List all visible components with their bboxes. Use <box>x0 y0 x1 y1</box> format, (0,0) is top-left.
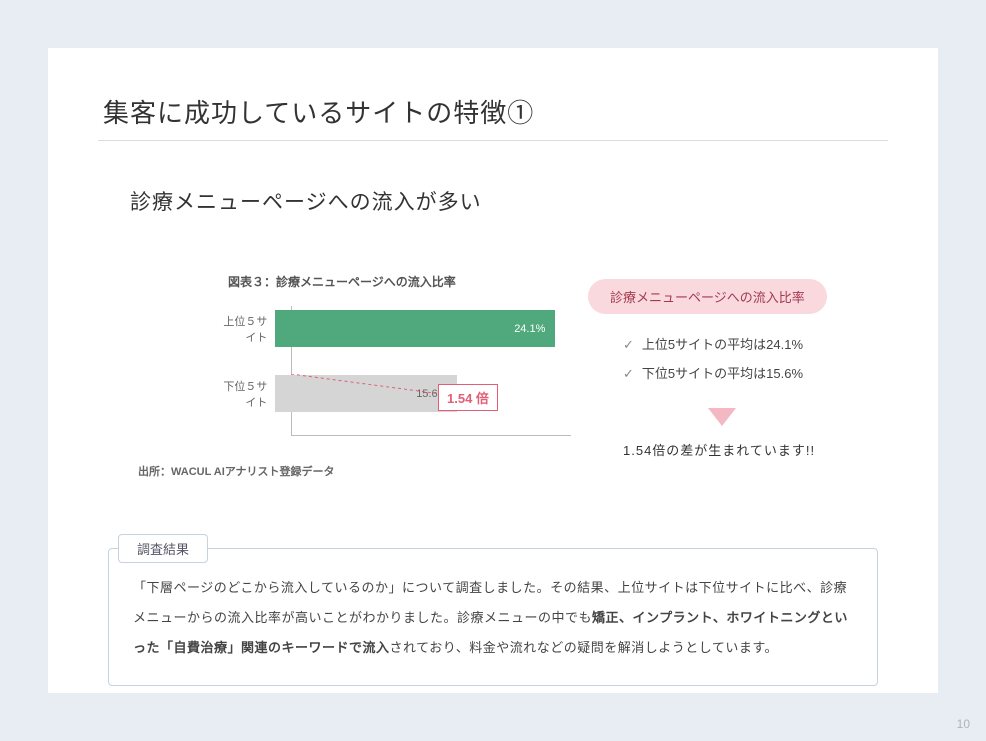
summary-bullets: 上位5サイトの平均は24.1% 下位5サイトの平均は15.6% <box>623 331 803 388</box>
page-number: 10 <box>957 717 970 731</box>
bar-chart: 上位５サイト 24.1% 下位５サイト 15.6% <box>218 306 518 436</box>
findings-text-post: されており、料金や流れなどの疑問を解消しようとしています。 <box>390 640 779 655</box>
page-title: 集客に成功しているサイトの特徴① <box>103 93 534 130</box>
findings-box: 「下層ページのどこから流入しているのか」について調査しました。その結果、上位サイ… <box>108 548 878 686</box>
x-axis <box>291 435 571 436</box>
bar-label: 下位５サイト <box>218 378 275 410</box>
summary-pill: 診療メニューページへの流入比率 <box>588 279 827 314</box>
bar-top: 24.1% <box>275 310 555 347</box>
bar-value: 24.1% <box>514 323 545 335</box>
ratio-callout: 1.54 倍 <box>438 384 498 411</box>
bullet-item: 下位5サイトの平均は15.6% <box>623 360 803 389</box>
title-rule <box>98 140 888 141</box>
findings-label: 調査結果 <box>118 534 208 563</box>
bar-bottom: 15.6% <box>275 375 457 412</box>
chart-source: 出所：WACUL AIアナリスト登録データ <box>138 463 335 479</box>
chart-title: 図表３：診療メニューページへの流入比率 <box>228 273 456 290</box>
slide: 集客に成功しているサイトの特徴① 診療メニューページへの流入が多い 図表３：診療… <box>48 48 938 693</box>
subhead: 診療メニューページへの流入が多い <box>130 186 482 216</box>
bullet-item: 上位5サイトの平均は24.1% <box>623 331 803 360</box>
bar-label: 上位５サイト <box>218 313 275 345</box>
arrow-down-icon <box>708 408 736 426</box>
bar-row-top: 上位５サイト 24.1% <box>218 306 518 351</box>
diff-text: 1.54倍の差が生まれています!! <box>623 440 815 459</box>
